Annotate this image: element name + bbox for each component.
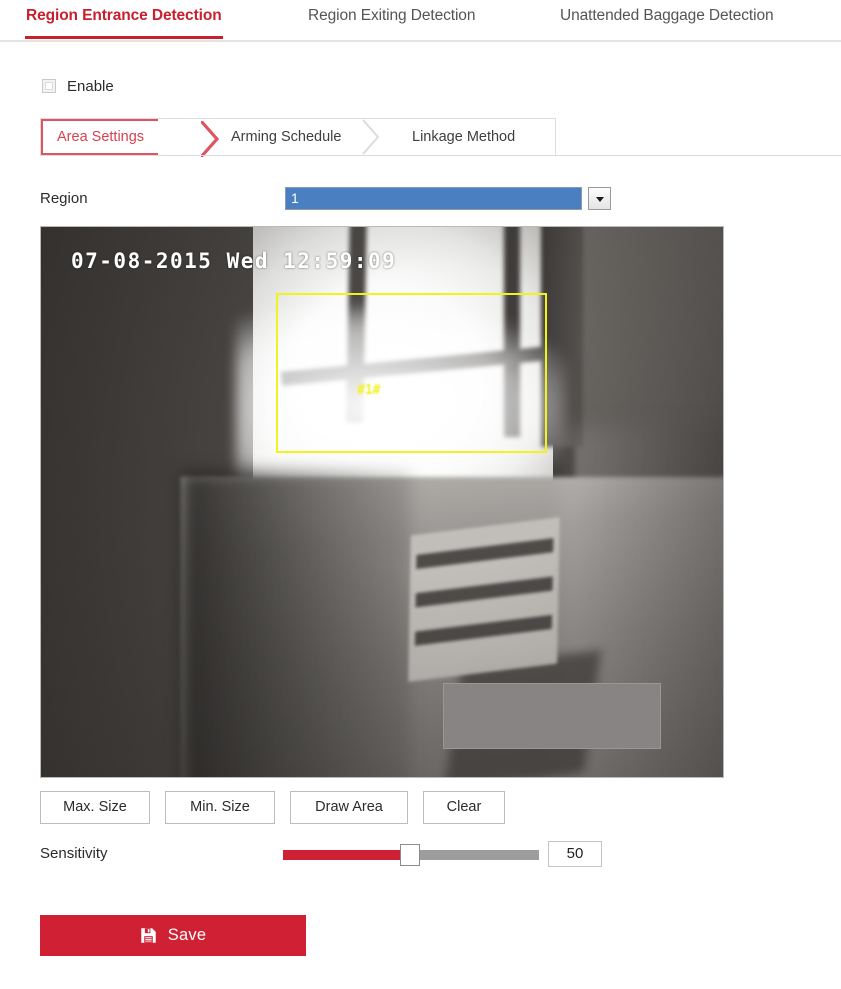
sensitivity-slider[interactable] — [283, 844, 539, 866]
save-button[interactable]: Save — [40, 915, 306, 956]
save-button-label: Save — [167, 926, 207, 944]
sensitivity-slider-fill — [283, 850, 408, 860]
subtab-arming-schedule-label: Arming Schedule — [231, 129, 342, 145]
region-select-value: 1 — [291, 190, 299, 206]
subtab-linkage-method[interactable]: Linkage Method — [398, 119, 529, 155]
tab-unattended-baggage-detection[interactable]: Unattended Baggage Detection — [560, 7, 774, 25]
detection-type-tabbar: Region Entrance Detection Region Exiting… — [0, 0, 841, 42]
subtab-linkage-method-label: Linkage Method — [412, 129, 516, 145]
save-floppy-icon — [141, 928, 156, 943]
detection-region-label: #1# — [357, 383, 381, 398]
subtab-area-settings-label: Area Settings — [57, 129, 145, 145]
chevron-down-icon — [595, 196, 604, 202]
detection-region-rectangle[interactable] — [276, 293, 547, 453]
sensitivity-label: Sensitivity — [40, 845, 108, 862]
subtab-arming-schedule[interactable]: Arming Schedule — [217, 119, 380, 155]
max-size-button[interactable]: Max. Size — [40, 791, 150, 824]
tab-region-entrance-detection[interactable]: Region Entrance Detection — [25, 7, 223, 39]
enable-row: Enable — [42, 76, 114, 96]
sensitivity-slider-handle[interactable] — [400, 844, 420, 866]
osd-timestamp: 07-08-2015 Wed 12:59:09 — [71, 249, 397, 273]
chevron-right-icon-2 — [362, 119, 380, 155]
enable-checkbox[interactable] — [42, 79, 56, 93]
clear-button[interactable]: Clear — [423, 791, 505, 824]
sensitivity-slider-track — [408, 850, 539, 860]
area-settings-tabbar: Area Settings Arming Schedule Linkage Me… — [40, 118, 556, 157]
live-video-preview[interactable]: 07-08-2015 Wed 12:59:09 #1# — [40, 226, 724, 778]
subtab-area-settings[interactable]: Area Settings — [41, 119, 219, 157]
region-label: Region — [40, 190, 88, 207]
min-size-button[interactable]: Min. Size — [165, 791, 275, 824]
region-select[interactable]: 1 — [285, 187, 582, 210]
enable-label: Enable — [67, 77, 114, 95]
draw-area-button[interactable]: Draw Area — [290, 791, 408, 824]
region-dropdown-button[interactable] — [588, 187, 611, 210]
subtab-bottom-rule — [40, 155, 841, 156]
tab-region-exiting-detection[interactable]: Region Exiting Detection — [308, 7, 475, 25]
sensitivity-value-input[interactable]: 50 — [548, 841, 602, 867]
privacy-mask-rectangle — [443, 683, 661, 749]
